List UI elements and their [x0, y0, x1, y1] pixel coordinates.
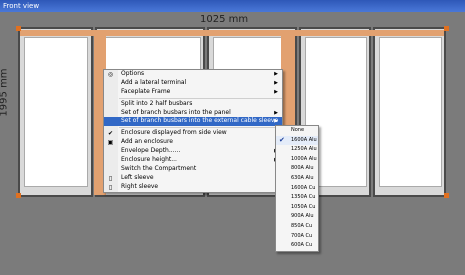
selection-handle[interactable]	[16, 26, 21, 31]
selection-handle[interactable]	[444, 193, 449, 198]
menu-item-label: Add an enclosure	[121, 138, 173, 146]
check-icon: ✔	[279, 135, 285, 144]
submenu-arrow-icon: ▶	[274, 88, 278, 95]
submenu-item-label: 1050A Cu	[291, 203, 316, 210]
submenu-arrow-icon: ▶	[274, 109, 278, 116]
menu-item-set-of-branch-busbars-into-the-external-cable-sleeve[interactable]: Set of branch busbars into the external …	[104, 117, 282, 127]
menu-item-label: Envelope Depth......	[121, 147, 181, 155]
menu-item-label: Left sleeve	[121, 173, 154, 181]
menu-item-label: Options	[121, 70, 145, 77]
enclosure-5[interactable]	[373, 27, 446, 197]
submenu-item-label: 630A Alu	[291, 174, 314, 181]
main-busbar[interactable]	[20, 30, 444, 36]
busbar-rating-submenu: None ✔ 1600A Alu 1250A Alu 1000A Alu 800A Alu…	[275, 125, 319, 252]
menu-item-label: Right sleeve	[121, 182, 159, 190]
options-icon: ◎	[107, 71, 114, 78]
app-window: Front view 1025 mm 1995 mm ◎ Options ▶ A…	[0, 0, 465, 275]
submenu-item-600a-cu[interactable]: 600A Cu	[276, 241, 318, 251]
menu-item-split-into-2-half-busbars[interactable]: Split into 2 half busbars	[104, 100, 282, 109]
menu-item-options[interactable]: ◎ Options ▶	[104, 70, 282, 79]
submenu-item-label: 600A Cu	[291, 242, 313, 249]
submenu-item-700a-cu[interactable]: 700A Cu	[276, 232, 318, 242]
submenu-item-label: 1350A Cu	[291, 194, 316, 201]
left-sleeve-icon: ▯	[108, 174, 113, 182]
submenu-item-1050a-cu[interactable]: 1050A Cu	[276, 203, 318, 213]
menu-item-set-of-branch-busbars-into-the-panel[interactable]: Set of branch busbars into the panel ▶	[104, 109, 282, 118]
submenu-item-850a-cu[interactable]: 850A Cu	[276, 222, 318, 232]
menu-item-label: Set of branch busbars into the external …	[121, 117, 279, 125]
menu-item-label: Enclosure height...	[121, 156, 177, 164]
menu-item-label: Set of branch busbars into the panel	[121, 108, 231, 116]
enclosure-1[interactable]	[18, 27, 93, 197]
window-title: Front view	[0, 0, 465, 12]
menu-item-envelope-depth[interactable]: Envelope Depth......▶	[104, 147, 282, 156]
menu-item-right-sleeve[interactable]: ▯ Right sleeve	[104, 183, 282, 192]
submenu-item-800a-alu[interactable]: 800A Alu	[276, 164, 318, 174]
menu-item-add-an-enclosure[interactable]: ▣ Add an enclosure	[104, 138, 282, 147]
panel	[24, 37, 88, 187]
enclosure-icon: ▣	[107, 139, 114, 147]
submenu-item-label: 1250A Alu	[291, 146, 317, 153]
submenu-arrow-icon: ▶	[274, 71, 278, 77]
menu-item-label: Enclosure displayed from side view	[121, 129, 227, 137]
submenu-item-label: 1600A Cu	[291, 184, 316, 191]
selection-handle[interactable]	[444, 26, 449, 31]
submenu-item-label: 700A Cu	[291, 232, 313, 239]
menu-item-faceplate-frame[interactable]: Faceplate Frame ▶	[104, 88, 282, 97]
submenu-item-630a-alu[interactable]: 630A Alu	[276, 174, 318, 184]
height-dimension: 1995 mm	[0, 68, 10, 117]
menu-separator	[119, 97, 282, 99]
menu-item-enclosure-displayed-from-side-view[interactable]: ✔ Enclosure displayed from side view	[104, 129, 282, 138]
width-dimension: 1025 mm	[200, 14, 249, 25]
menu-item-label: Split into 2 half busbars	[121, 99, 193, 107]
submenu-item-label: 850A Cu	[291, 222, 313, 229]
submenu-item-none[interactable]: None	[276, 126, 318, 136]
submenu-item-1000a-alu[interactable]: 1000A Alu	[276, 155, 318, 165]
panel	[379, 37, 442, 187]
check-icon: ✔	[107, 130, 114, 138]
menu-item-enclosure-height[interactable]: Enclosure height...▶	[104, 156, 282, 165]
menu-item-switch-the-compartment[interactable]: Switch the Compartment	[104, 165, 282, 174]
submenu-item-label: 1600A Alu	[291, 136, 317, 143]
menu-item-label: Faceplate Frame	[121, 87, 171, 95]
submenu-item-1350a-cu[interactable]: 1350A Cu	[276, 193, 318, 203]
menu-item-label: Switch the Compartment	[121, 164, 197, 172]
submenu-arrow-icon: ▶	[274, 79, 278, 86]
submenu-item-1600a-cu[interactable]: 1600A Cu	[276, 184, 318, 194]
submenu-item-label: 1000A Alu	[291, 155, 317, 162]
selection-handle[interactable]	[16, 193, 21, 198]
submenu-item-1250a-alu[interactable]: 1250A Alu	[276, 145, 318, 155]
right-sleeve-icon: ▯	[108, 183, 113, 191]
submenu-item-900a-alu[interactable]: 900A Alu	[276, 212, 318, 222]
submenu-item-label: 900A Alu	[291, 213, 314, 220]
submenu-item-label: 800A Alu	[291, 165, 314, 172]
menu-item-label: Add a lateral terminal	[121, 78, 187, 86]
submenu-item-label: None	[291, 127, 305, 133]
menu-item-left-sleeve[interactable]: ▯ Left sleeve	[104, 174, 282, 183]
menu-item-add-a-lateral-terminal[interactable]: Add a lateral terminal ▶	[104, 79, 282, 88]
submenu-item-1600a-alu[interactable]: ✔ 1600A Alu	[276, 135, 318, 146]
context-menu: ◎ Options ▶ Add a lateral terminal ▶ Faceplat…	[103, 69, 283, 193]
menu-separator	[119, 127, 282, 129]
